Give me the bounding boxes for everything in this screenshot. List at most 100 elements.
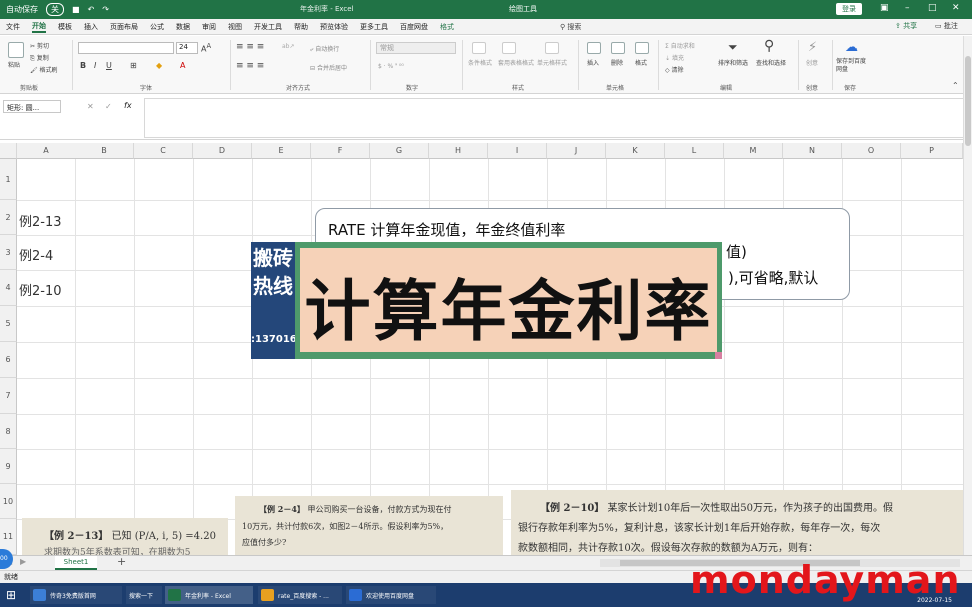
align-left-icon[interactable]: ≡ ≡ ≡ bbox=[236, 61, 264, 71]
windows-start-icon[interactable]: ⊞ bbox=[6, 588, 20, 602]
merge-center-button[interactable]: ⊟ 合并后居中 bbox=[310, 63, 347, 72]
sort-filter-button[interactable]: 排序和筛选 bbox=[718, 58, 748, 67]
format-painter-button[interactable]: 🖌 格式刷 bbox=[30, 65, 58, 74]
delete-cells-button[interactable]: 删除 bbox=[611, 58, 623, 67]
delete-cells-icon[interactable] bbox=[611, 42, 625, 54]
sheet-next-icon[interactable]: ▶ bbox=[20, 557, 26, 566]
conditional-format-icon[interactable] bbox=[472, 42, 486, 54]
row-header-6[interactable]: 6 bbox=[0, 342, 17, 378]
col-header-c[interactable]: C bbox=[134, 143, 193, 159]
col-header-j[interactable]: J bbox=[547, 143, 606, 159]
clear-button[interactable]: ◇ 清除 bbox=[665, 65, 684, 74]
sort-filter-icon[interactable]: ⏷ bbox=[728, 40, 738, 55]
row-header-9[interactable]: 9 bbox=[0, 449, 17, 484]
save-icon[interactable]: ■ bbox=[72, 5, 80, 14]
underline-button[interactable]: U bbox=[106, 61, 112, 70]
col-header-h[interactable]: H bbox=[429, 143, 488, 159]
find-select-icon[interactable]: ⚲ bbox=[764, 38, 774, 54]
cell-a2[interactable]: 例2-13 bbox=[19, 211, 62, 230]
font-size-select[interactable]: 24 bbox=[176, 42, 198, 54]
autosave-toggle[interactable]: 关 bbox=[46, 3, 64, 16]
cell-style-icon[interactable] bbox=[545, 42, 559, 54]
copy-button[interactable]: ⎘ 复制 bbox=[30, 53, 49, 63]
name-box[interactable]: 矩形: 圆... bbox=[3, 100, 61, 113]
cell-a4[interactable]: 例2-10 bbox=[19, 280, 62, 299]
formula-input[interactable] bbox=[144, 98, 966, 138]
format-cells-button[interactable]: 格式 bbox=[635, 58, 647, 67]
number-format-select[interactable]: 常规 bbox=[376, 42, 456, 54]
minimize-icon[interactable]: – bbox=[905, 3, 910, 13]
fill-button[interactable]: ⇣ 填充 bbox=[665, 53, 684, 62]
cell-a3[interactable]: 例2-4 bbox=[19, 245, 53, 264]
cut-button[interactable]: ✂ 剪切 bbox=[30, 41, 49, 50]
baidu-cloud-icon[interactable]: ☁ bbox=[845, 40, 858, 55]
insert-cells-button[interactable]: 插入 bbox=[587, 58, 599, 67]
row-header-2[interactable]: 2 bbox=[0, 200, 17, 235]
align-top-icon[interactable]: ≡ ≡ ≡ bbox=[236, 42, 264, 52]
cancel-icon[interactable]: ✕ bbox=[87, 102, 94, 111]
col-header-i[interactable]: I bbox=[488, 143, 547, 159]
tab-7[interactable]: 审阅 bbox=[202, 22, 216, 32]
tab-2[interactable]: 模板 bbox=[58, 22, 72, 32]
conditional-format-button[interactable]: 条件格式 bbox=[468, 58, 492, 67]
col-header-k[interactable]: K bbox=[606, 143, 665, 159]
table-format-button[interactable]: 套用表格格式 bbox=[498, 58, 534, 67]
border-icon[interactable]: ⊞ bbox=[130, 61, 137, 70]
row-header-7[interactable]: 7 bbox=[0, 378, 17, 414]
select-all-corner[interactable] bbox=[0, 143, 17, 159]
ideas-button[interactable]: 创意 bbox=[806, 58, 818, 67]
col-header-a[interactable]: A bbox=[17, 143, 76, 159]
row-header-5[interactable]: 5 bbox=[0, 306, 17, 342]
close-icon[interactable]: ✕ bbox=[952, 3, 960, 13]
ideas-icon[interactable]: ⚡ bbox=[808, 40, 817, 55]
grow-font-icon[interactable]: AA bbox=[201, 42, 211, 54]
tell-me-search[interactable]: ⚲ 搜索 bbox=[560, 22, 581, 32]
undo-icon[interactable]: ↶ bbox=[88, 5, 95, 14]
taskbar-item-1[interactable]: 搜索一下 bbox=[126, 586, 162, 604]
row-header-4[interactable]: 4 bbox=[0, 270, 17, 306]
col-header-b[interactable]: B bbox=[75, 143, 134, 159]
taskbar-item-2[interactable]: 年金利率 - Excel bbox=[165, 586, 253, 604]
col-header-f[interactable]: F bbox=[311, 143, 370, 159]
orientation-icon[interactable]: ab↗ bbox=[282, 43, 295, 50]
insert-cells-icon[interactable] bbox=[587, 42, 601, 54]
row-header-3[interactable]: 3 bbox=[0, 235, 17, 270]
autosum-button[interactable]: Σ 自动求和 bbox=[665, 41, 695, 50]
col-header-e[interactable]: E bbox=[252, 143, 311, 159]
tab-4[interactable]: 页面布局 bbox=[110, 22, 138, 32]
collapse-ribbon-icon[interactable]: ⌃ bbox=[952, 81, 959, 90]
tab-5[interactable]: 公式 bbox=[150, 22, 164, 32]
fx-icon[interactable]: fx bbox=[124, 101, 132, 110]
col-header-l[interactable]: L bbox=[665, 143, 724, 159]
tab-3[interactable]: 插入 bbox=[84, 22, 98, 32]
taskbar-item-0[interactable]: 传奇3免费版首网 bbox=[30, 586, 122, 604]
wrap-text-button[interactable]: ⤶ 自动换行 bbox=[310, 44, 339, 54]
taskbar-item-3[interactable]: rate_百度搜索 - ... bbox=[258, 586, 342, 604]
scroll-thumb[interactable] bbox=[965, 56, 971, 146]
enter-icon[interactable]: ✓ bbox=[105, 102, 112, 111]
paste-icon[interactable] bbox=[8, 42, 24, 58]
tab-0[interactable]: 文件 bbox=[6, 22, 20, 32]
redo-icon[interactable]: ↷ bbox=[102, 5, 109, 14]
row-header-8[interactable]: 8 bbox=[0, 414, 17, 449]
comment-button[interactable]: ▭ 批注 bbox=[935, 21, 958, 31]
ribbon-display-icon[interactable]: ▣ bbox=[880, 3, 889, 13]
col-header-n[interactable]: N bbox=[783, 143, 842, 159]
sheet-tab-sheet1[interactable]: Sheet1 bbox=[55, 556, 97, 570]
col-header-g[interactable]: G bbox=[370, 143, 429, 159]
bold-button[interactable]: B bbox=[80, 61, 86, 70]
tab-12[interactable]: 更多工具 bbox=[360, 22, 388, 32]
find-select-button[interactable]: 查找和选择 bbox=[756, 58, 786, 67]
taskbar-item-4[interactable]: 欢迎使用百度网盘 bbox=[346, 586, 436, 604]
cell-style-button[interactable]: 单元格样式 bbox=[537, 58, 567, 67]
save-to-baidu-button[interactable]: 保存到百度网盘 bbox=[836, 58, 866, 74]
login-button[interactable]: 登录 bbox=[836, 3, 862, 15]
tab-9[interactable]: 开发工具 bbox=[254, 22, 282, 32]
col-header-d[interactable]: D bbox=[193, 143, 252, 159]
col-header-o[interactable]: O bbox=[842, 143, 901, 159]
maximize-icon[interactable]: □ bbox=[928, 3, 937, 13]
fill-color-icon[interactable]: ◆ bbox=[156, 61, 162, 70]
tab-11[interactable]: 预览体验 bbox=[320, 22, 348, 32]
col-header-p[interactable]: P bbox=[901, 143, 963, 159]
tab-14[interactable]: 格式 bbox=[440, 22, 454, 32]
